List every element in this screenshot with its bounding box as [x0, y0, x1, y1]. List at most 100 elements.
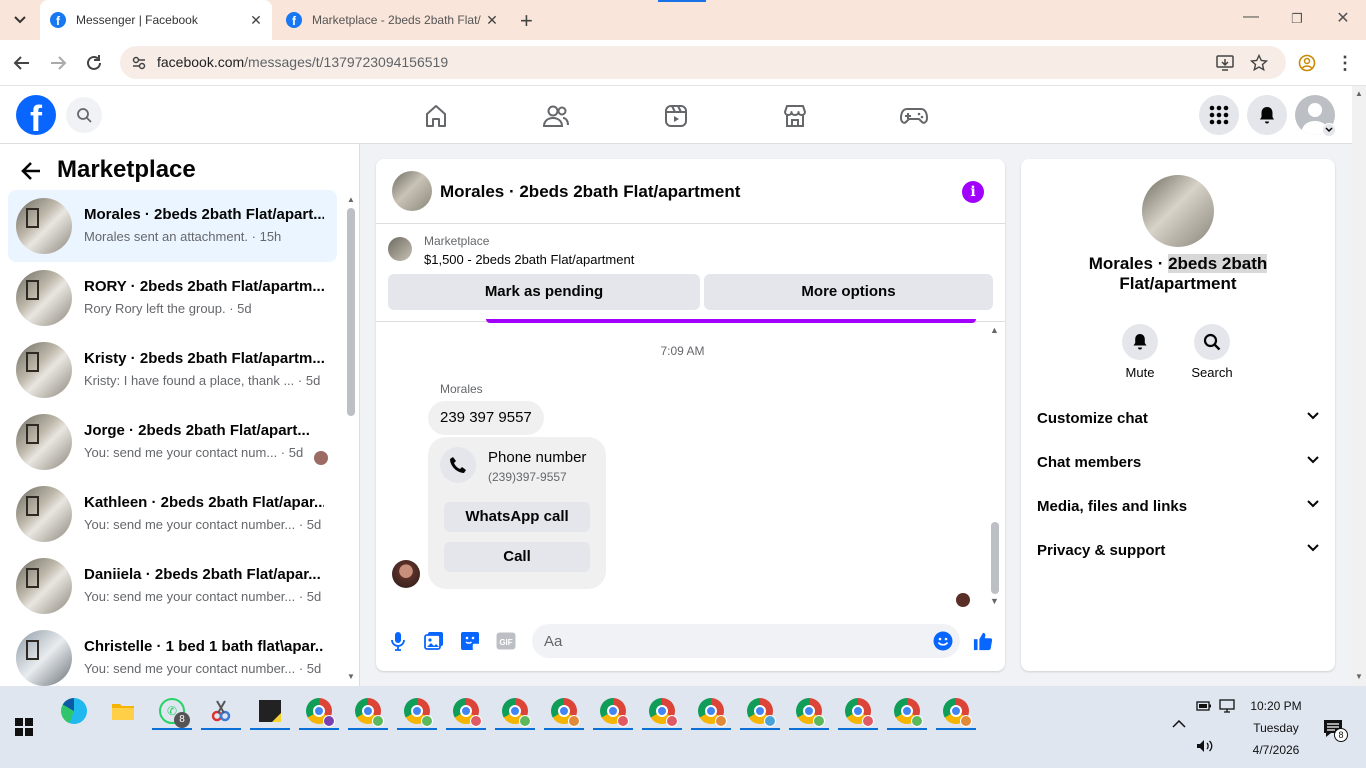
clock-day[interactable]: Tuesday [1236, 721, 1316, 735]
home-icon[interactable] [422, 102, 450, 130]
chrome-profile-icon[interactable] [299, 692, 339, 730]
mark-as-pending-button[interactable]: Mark as pending [388, 274, 700, 310]
chat-item[interactable]: Jorge · 2beds 2bath Flat/apart... You: s… [8, 406, 337, 478]
menu-grid-icon[interactable] [1199, 95, 1239, 135]
chat-item[interactable]: RORY · 2beds 2bath Flat/apartm... Rory R… [8, 262, 337, 334]
emoji-icon[interactable] [933, 631, 953, 651]
chrome-profile-icon[interactable] [446, 692, 486, 730]
microphone-icon[interactable] [388, 631, 408, 651]
whatsapp-icon[interactable]: ✆ 8 [152, 692, 192, 730]
chat-item[interactable]: Christelle · 1 bed 1 bath flat\apar... Y… [8, 622, 337, 686]
scroll-down-arrow-icon[interactable]: ▼ [347, 672, 355, 681]
install-app-icon[interactable] [1216, 54, 1234, 72]
chrome-profile-icon[interactable] [936, 692, 976, 730]
call-button[interactable]: Call [444, 542, 590, 572]
clock-date[interactable]: 4/7/2026 [1236, 743, 1316, 757]
chrome-profile-icon[interactable] [642, 692, 682, 730]
scroll-down-arrow-icon[interactable]: ▼ [990, 596, 999, 606]
reload-button[interactable] [83, 52, 105, 74]
conversation-avatar[interactable] [392, 171, 432, 211]
network-icon[interactable] [1219, 699, 1237, 713]
customize-chat-section[interactable]: Customize chat [1037, 400, 1319, 440]
volume-icon[interactable] [1196, 739, 1214, 753]
privacy-support-section[interactable]: Privacy & support [1037, 532, 1319, 572]
media-files-links-section[interactable]: Media, files and links [1037, 488, 1319, 528]
panel-title: Marketplace [57, 156, 196, 183]
back-button[interactable] [11, 52, 33, 74]
chat-item[interactable]: Kathleen · 2beds 2bath Flat/apar... You:… [8, 478, 337, 550]
edge-icon[interactable] [54, 692, 94, 730]
close-window-button[interactable]: ✕ [1328, 8, 1358, 28]
facebook-logo[interactable]: f [16, 95, 56, 135]
conversation-title[interactable]: Morales · 2beds 2bath Flat/apartment [440, 182, 740, 202]
chrome-profile-icon[interactable] [495, 692, 535, 730]
section-label: Privacy & support [1037, 542, 1166, 559]
sticky-notes-icon[interactable] [250, 692, 290, 730]
scroll-down-arrow-icon[interactable]: ▼ [1355, 672, 1363, 681]
tray-overflow-chevron-icon[interactable] [1172, 720, 1186, 728]
chrome-profile-icon[interactable] [887, 692, 927, 730]
marketplace-icon[interactable] [781, 102, 809, 130]
tab-search-dropdown-icon[interactable] [8, 9, 32, 31]
gaming-icon[interactable] [900, 102, 928, 130]
more-options-button[interactable]: More options [704, 274, 993, 310]
profile-icon[interactable] [1298, 54, 1316, 72]
back-arrow-icon[interactable] [20, 160, 42, 182]
facebook-search-icon[interactable] [66, 97, 102, 133]
conversation-scrollbar[interactable] [991, 522, 999, 594]
whatsapp-call-button[interactable]: WhatsApp call [444, 502, 590, 532]
chrome-profile-icon[interactable] [789, 692, 829, 730]
chrome-profile-icon[interactable] [348, 692, 388, 730]
file-explorer-icon[interactable] [103, 692, 143, 730]
gif-icon[interactable]: GIF [496, 631, 516, 651]
scroll-up-arrow-icon[interactable]: ▲ [990, 325, 999, 335]
thumbs-up-icon[interactable] [973, 631, 993, 651]
windows-start-icon[interactable] [4, 708, 44, 746]
listing-title[interactable]: $1,500 - 2beds 2bath Flat/apartment [424, 252, 634, 267]
chat-item[interactable]: Morales · 2beds 2bath Flat/apart... Mora… [8, 190, 337, 262]
tab-messenger[interactable]: f Messenger | Facebook ✕ [40, 0, 272, 40]
chrome-profile-icon[interactable] [544, 692, 584, 730]
chrome-profile-icon[interactable] [397, 692, 437, 730]
chat-members-section[interactable]: Chat members [1037, 444, 1319, 484]
chat-item[interactable]: Kristy · 2beds 2bath Flat/apartm... Kris… [8, 334, 337, 406]
notifications-bell-icon[interactable] [1247, 95, 1287, 135]
restore-button[interactable]: ❐ [1282, 11, 1312, 27]
page-scrollbar[interactable]: ▲ ▼ [1352, 86, 1366, 686]
bookmark-star-icon[interactable] [1250, 54, 1268, 72]
chrome-profile-icon[interactable] [740, 692, 780, 730]
chrome-profile-icon[interactable] [838, 692, 878, 730]
snipping-tool-icon[interactable] [201, 692, 241, 730]
battery-icon[interactable] [1196, 700, 1212, 712]
chrome-profile-icon[interactable] [593, 692, 633, 730]
message-input[interactable] [532, 624, 960, 658]
action-center-icon[interactable]: 8 [1322, 718, 1348, 742]
sender-avatar[interactable] [392, 560, 420, 588]
photo-icon[interactable] [424, 631, 444, 651]
mute-button[interactable]: Mute [1110, 324, 1170, 380]
chat-list-scrollbar[interactable] [347, 208, 355, 416]
search-conversation-button[interactable]: Search [1182, 324, 1242, 380]
video-icon[interactable] [662, 102, 690, 130]
sender-name: Morales [440, 382, 483, 396]
site-info-icon[interactable] [131, 55, 147, 71]
minimize-button[interactable]: — [1236, 8, 1266, 26]
info-icon[interactable]: i [962, 181, 984, 203]
friends-icon[interactable] [542, 102, 570, 130]
browser-menu-icon[interactable]: ⋮ [1336, 53, 1354, 74]
chrome-profile-icon[interactable] [691, 692, 731, 730]
new-tab-button[interactable]: + [520, 8, 533, 34]
tab-close-icon[interactable]: ✕ [246, 12, 266, 29]
message-bubble[interactable]: 239 397 9557 [428, 401, 544, 435]
sticker-icon[interactable] [460, 631, 480, 651]
chat-avatar[interactable] [1142, 175, 1214, 247]
account-chevron-icon[interactable] [1322, 123, 1336, 137]
chat-item[interactable]: Daniiela · 2beds 2bath Flat/apar... You:… [8, 550, 337, 622]
tab-close-icon[interactable]: ✕ [482, 12, 502, 29]
scroll-up-arrow-icon[interactable]: ▲ [1355, 89, 1363, 98]
scroll-up-arrow-icon[interactable]: ▲ [347, 195, 355, 204]
tab-marketplace[interactable]: f Marketplace - 2beds 2bath Flat/ ✕ [280, 0, 512, 40]
forward-button[interactable] [47, 52, 69, 74]
clock-time[interactable]: 10:20 PM [1236, 699, 1316, 713]
address-bar[interactable]: facebook.com/messages/t/1379723094156519 [120, 46, 1286, 79]
